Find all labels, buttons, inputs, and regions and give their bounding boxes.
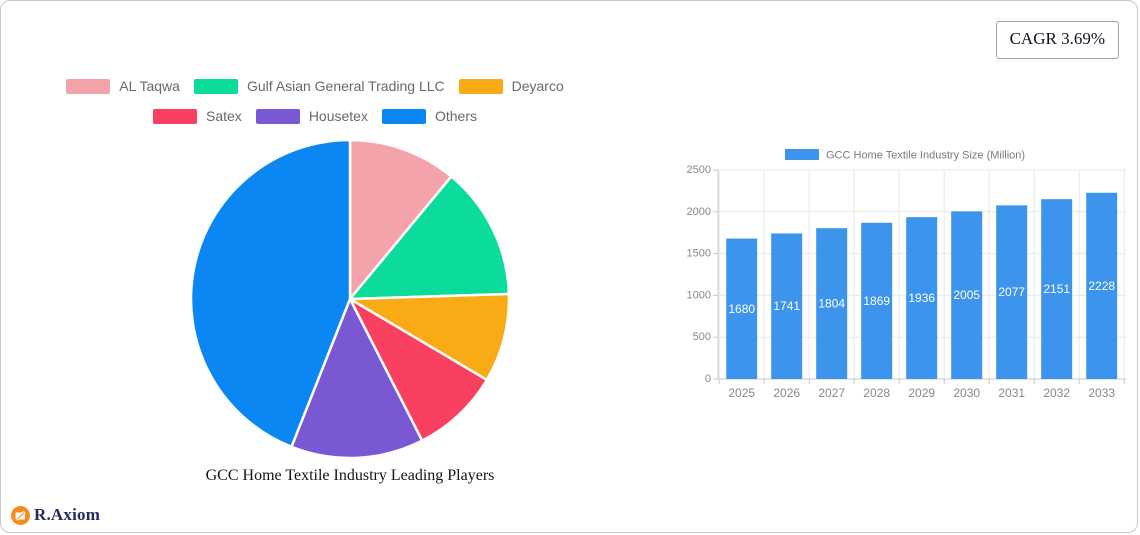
bar-value-label: 1804 xyxy=(818,297,845,311)
bar-chart: 0 500 1000 1500 2000 2500 1680 2025 1741 2026 1804… xyxy=(687,149,1126,400)
y-axis-label: 500 xyxy=(693,331,711,343)
legend-label: Gulf Asian General Trading LLC xyxy=(246,78,445,94)
bar-legend-label: GCC Home Textile Industry Size (Million) xyxy=(826,150,1025,162)
legend-label: Others xyxy=(434,108,477,124)
pie-legend-row: AL Taqwa Gulf Asian General Trading LLC De… xyxy=(1,78,629,94)
legend-item-deyarco[interactable]: Deyarco xyxy=(458,78,564,94)
x-axis-label: 2029 xyxy=(908,386,935,400)
bar-value-label: 2077 xyxy=(998,285,1025,299)
y-axis-label: 2500 xyxy=(687,164,711,176)
legend-item-housetex[interactable]: Housetex xyxy=(255,108,368,124)
brand-logo: R.Axiom xyxy=(11,505,100,525)
bar-value-label: 1741 xyxy=(773,299,800,313)
cagr-badge: CAGR 3.69% xyxy=(995,21,1119,59)
y-axis-label: 2000 xyxy=(687,206,711,218)
pie-legend-row: Satex Housetex Others xyxy=(1,108,629,124)
x-axis-label: 2031 xyxy=(998,386,1025,400)
x-axis-label: 2026 xyxy=(773,386,800,400)
legend-label: Satex xyxy=(206,108,242,124)
legend-swatch xyxy=(458,78,503,94)
legend-label: Deyarco xyxy=(511,78,564,94)
bar-legend-swatch xyxy=(785,149,819,160)
y-axis-label: 1500 xyxy=(687,248,711,260)
pie-chart xyxy=(189,138,511,460)
x-axis-label: 2033 xyxy=(1088,386,1115,400)
legend-label: AL Taqwa xyxy=(119,78,180,94)
legend-label: Housetex xyxy=(308,108,368,124)
x-axis-label: 2030 xyxy=(953,386,980,400)
brand-logo-text: R.Axiom xyxy=(34,505,101,524)
pie-legend: AL Taqwa Gulf Asian General Trading LLC De… xyxy=(1,78,629,138)
legend-swatch xyxy=(66,78,111,94)
legend-item-al-taqwa[interactable]: AL Taqwa xyxy=(66,78,180,94)
x-axis-label: 2032 xyxy=(1043,386,1070,400)
chart-card: CAGR 3.69% AL Taqwa Gulf Asian General Tr… xyxy=(0,0,1138,533)
bar-value-label: 1936 xyxy=(908,291,935,305)
y-axis-label: 0 xyxy=(705,373,711,385)
legend-swatch xyxy=(381,108,426,124)
legend-swatch xyxy=(193,78,238,94)
pen-on-paper-icon xyxy=(11,505,30,525)
legend-swatch xyxy=(255,108,300,124)
legend-item-gulf-asian-general-trading-llc[interactable]: Gulf Asian General Trading LLC xyxy=(193,78,445,94)
legend-swatch xyxy=(153,108,197,124)
x-axis-label: 2025 xyxy=(728,386,755,400)
bar-value-label: 1680 xyxy=(728,302,755,316)
bar-value-label: 2005 xyxy=(953,288,980,302)
y-axis-label: 1000 xyxy=(687,289,711,301)
bar-value-label: 1869 xyxy=(863,294,890,308)
pie-chart-title: GCC Home Textile Industry Leading Player… xyxy=(205,467,495,484)
legend-item-others[interactable]: Others xyxy=(381,108,477,124)
legend-item-satex[interactable]: Satex xyxy=(153,108,242,124)
x-axis-label: 2028 xyxy=(863,386,890,400)
bar-value-label: 2151 xyxy=(1043,282,1070,296)
bar-legend-item[interactable]: GCC Home Textile Industry Size (Million) xyxy=(785,149,1025,162)
x-axis-label: 2027 xyxy=(818,386,845,400)
bar-value-label: 2228 xyxy=(1088,279,1115,293)
